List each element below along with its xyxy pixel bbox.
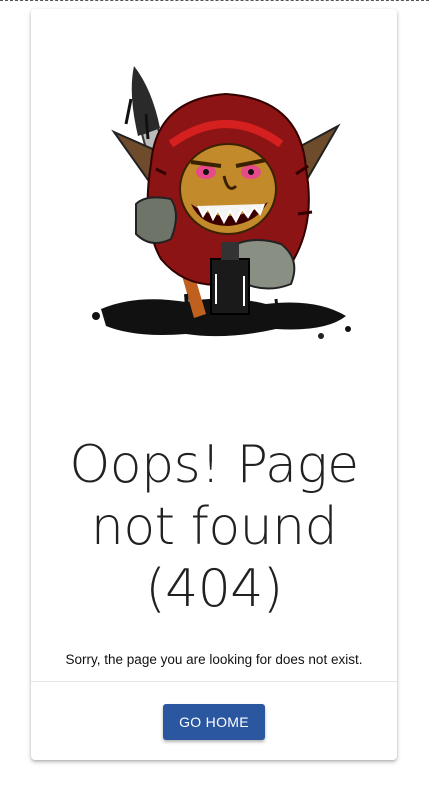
top-border bbox=[0, 0, 429, 1]
goblin-with-paintbrush-icon bbox=[92, 66, 351, 339]
page-title: Oops! Page not found (404) bbox=[69, 435, 359, 619]
go-home-button[interactable]: GO HOME bbox=[163, 704, 265, 740]
error-message: Sorry, the page you are looking for does… bbox=[65, 652, 363, 667]
error-card: Oops! Page not found (404) Sorry, the pa… bbox=[31, 9, 397, 760]
divider bbox=[31, 681, 397, 682]
